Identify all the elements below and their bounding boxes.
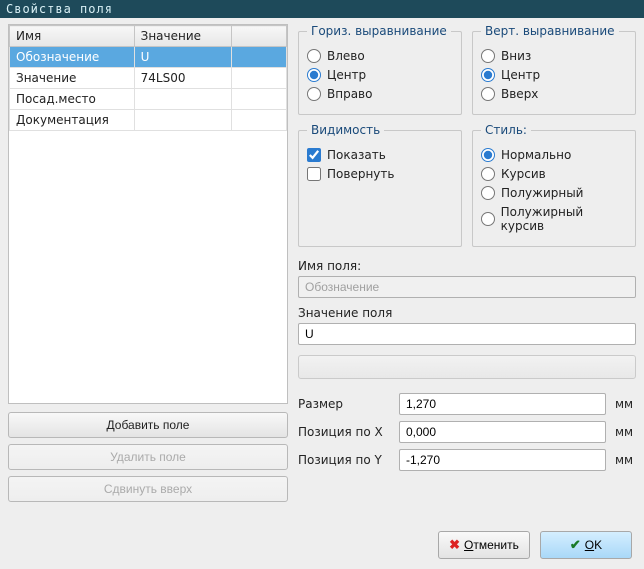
cancel-button[interactable]: ✖ Отменить bbox=[438, 531, 530, 559]
show-checkbox[interactable]: Показать bbox=[307, 148, 453, 162]
cell-value[interactable]: 74LS00 bbox=[134, 68, 231, 89]
visibility-legend: Видимость bbox=[307, 123, 384, 137]
rotate-checkbox[interactable]: Повернуть bbox=[307, 167, 453, 181]
v-align-down[interactable]: Вниз bbox=[481, 49, 627, 63]
move-up-button: Сдвинуть вверх bbox=[8, 476, 288, 502]
window-titlebar: Свойства поля bbox=[0, 0, 644, 18]
ok-label: OK bbox=[585, 538, 602, 552]
cancel-icon: ✖ bbox=[449, 537, 460, 553]
h-align-right[interactable]: Вправо bbox=[307, 87, 453, 101]
col-header-name[interactable]: Имя bbox=[10, 26, 135, 47]
ok-button[interactable]: ✔ OK bbox=[540, 531, 632, 559]
posy-unit: мм bbox=[612, 453, 636, 467]
visibility-group: Видимость Показать Повернуть bbox=[298, 123, 462, 247]
cell-blank bbox=[231, 110, 286, 131]
table-row[interactable]: Значение74LS00 bbox=[10, 68, 287, 89]
size-input[interactable] bbox=[399, 393, 606, 415]
cell-value[interactable] bbox=[134, 110, 231, 131]
separator-bar bbox=[298, 355, 636, 379]
field-name-input bbox=[298, 276, 636, 298]
style-bold-italic[interactable]: Полужирный курсив bbox=[481, 205, 627, 233]
v-align-up[interactable]: Вверх bbox=[481, 87, 627, 101]
table-row[interactable]: Посад.место bbox=[10, 89, 287, 110]
cell-name[interactable]: Посад.место bbox=[10, 89, 135, 110]
cell-name[interactable]: Обозначение bbox=[10, 47, 135, 68]
posy-label: Позиция по Y bbox=[298, 453, 393, 467]
fields-table[interactable]: Имя Значение ОбозначениеUЗначение74LS00П… bbox=[8, 24, 288, 404]
table-row[interactable]: Документация bbox=[10, 110, 287, 131]
h-align-center[interactable]: Центр bbox=[307, 68, 453, 82]
v-align-center[interactable]: Центр bbox=[481, 68, 627, 82]
cell-value[interactable] bbox=[134, 89, 231, 110]
table-row[interactable]: ОбозначениеU bbox=[10, 47, 287, 68]
style-italic[interactable]: Курсив bbox=[481, 167, 627, 181]
cell-blank bbox=[231, 47, 286, 68]
cell-blank bbox=[231, 89, 286, 110]
size-unit: мм bbox=[612, 397, 636, 411]
posx-label: Позиция по X bbox=[298, 425, 393, 439]
field-name-label: Имя поля: bbox=[298, 259, 636, 273]
field-value-label: Значение поля bbox=[298, 306, 636, 320]
posy-input[interactable] bbox=[399, 449, 606, 471]
cancel-label: Отменить bbox=[464, 538, 519, 552]
h-align-legend: Гориз. выравнивание bbox=[307, 24, 451, 38]
delete-field-button: Удалить поле bbox=[8, 444, 288, 470]
posx-input[interactable] bbox=[399, 421, 606, 443]
size-label: Размер bbox=[298, 397, 393, 411]
cell-name[interactable]: Документация bbox=[10, 110, 135, 131]
style-normal[interactable]: Нормально bbox=[481, 148, 627, 162]
h-align-group: Гориз. выравнивание Влево Центр Вправо bbox=[298, 24, 462, 115]
cell-blank bbox=[231, 68, 286, 89]
window-title: Свойства поля bbox=[6, 2, 113, 16]
cell-name[interactable]: Значение bbox=[10, 68, 135, 89]
style-group: Стиль: Нормально Курсив Полужирный Полуж… bbox=[472, 123, 636, 247]
field-value-input[interactable] bbox=[298, 323, 636, 345]
col-header-value[interactable]: Значение bbox=[134, 26, 231, 47]
col-header-blank bbox=[231, 26, 286, 47]
ok-icon: ✔ bbox=[570, 537, 581, 553]
style-bold[interactable]: Полужирный bbox=[481, 186, 627, 200]
v-align-group: Верт. выравнивание Вниз Центр Вверх bbox=[472, 24, 636, 115]
add-field-button[interactable]: Добавить поле bbox=[8, 412, 288, 438]
h-align-left[interactable]: Влево bbox=[307, 49, 453, 63]
v-align-legend: Верт. выравнивание bbox=[481, 24, 619, 38]
cell-value[interactable]: U bbox=[134, 47, 231, 68]
style-legend: Стиль: bbox=[481, 123, 531, 137]
posx-unit: мм bbox=[612, 425, 636, 439]
